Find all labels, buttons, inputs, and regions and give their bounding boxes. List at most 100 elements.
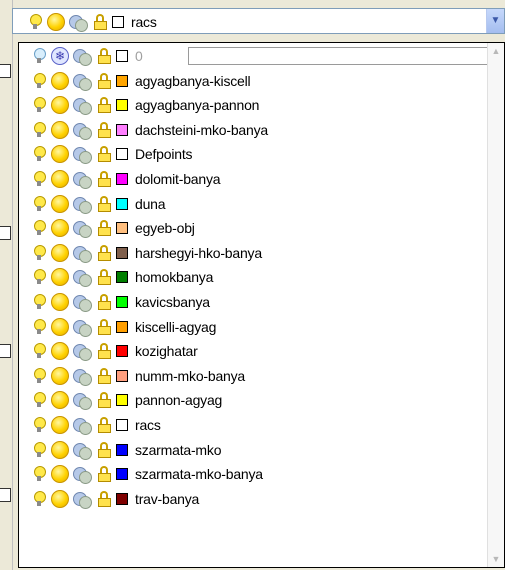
- lightbulb-on-icon[interactable]: [33, 466, 46, 482]
- viewport-freeze-icon[interactable]: [73, 342, 92, 362]
- scroll-up-icon[interactable]: ▲: [488, 43, 504, 59]
- unlock-icon[interactable]: [93, 14, 109, 30]
- thaw-sun-icon[interactable]: [51, 145, 69, 164]
- thaw-sun-icon[interactable]: [51, 170, 69, 188]
- viewport-freeze-icon[interactable]: [73, 293, 92, 312]
- thaw-sun-icon[interactable]: [51, 96, 69, 115]
- lightbulb-on-icon[interactable]: [33, 441, 46, 458]
- thaw-sun-icon[interactable]: [51, 71, 69, 90]
- viewport-freeze-icon[interactable]: [73, 441, 92, 460]
- layer-row[interactable]: kozighatar: [33, 340, 198, 362]
- layer-row[interactable]: dachsteini-mko-banya: [33, 119, 268, 141]
- lightbulb-on-icon[interactable]: [33, 195, 46, 212]
- lightbulb-off-icon[interactable]: [33, 48, 46, 64]
- viewport-freeze-icon[interactable]: [73, 121, 92, 140]
- thaw-sun-icon[interactable]: [51, 219, 69, 238]
- unlock-icon[interactable]: [97, 490, 113, 507]
- unlock-icon[interactable]: [97, 244, 113, 261]
- viewport-freeze-icon[interactable]: [73, 244, 92, 263]
- freeze-snowflake-icon[interactable]: ❄: [51, 47, 69, 65]
- thaw-sun-icon[interactable]: [51, 293, 69, 311]
- lightbulb-on-icon[interactable]: [33, 392, 46, 408]
- layer-row[interactable]: harshegyi-hko-banya: [33, 242, 262, 264]
- layer-row[interactable]: pannon-agyag: [33, 389, 222, 411]
- lightbulb-on-icon[interactable]: [33, 367, 46, 384]
- layer-row[interactable]: agyagbanya-kiscell: [33, 70, 251, 92]
- unlock-icon[interactable]: [97, 441, 113, 458]
- lightbulb-on-icon[interactable]: [29, 14, 42, 30]
- viewport-freeze-icon[interactable]: [73, 72, 92, 91]
- viewport-freeze-icon[interactable]: [73, 47, 92, 66]
- unlock-icon[interactable]: [97, 146, 113, 163]
- lightbulb-on-icon[interactable]: [33, 417, 46, 433]
- lightbulb-on-icon[interactable]: [33, 171, 46, 187]
- thaw-sun-icon[interactable]: [51, 366, 69, 385]
- unlock-icon[interactable]: [97, 195, 113, 212]
- lightbulb-on-icon[interactable]: [33, 244, 46, 261]
- viewport-freeze-icon[interactable]: [73, 490, 92, 509]
- thaw-sun-icon[interactable]: [51, 194, 69, 213]
- unlock-icon[interactable]: [97, 97, 113, 114]
- layer-row[interactable]: racs: [33, 414, 161, 436]
- scrollbar[interactable]: ▲ ▼: [487, 43, 504, 567]
- layer-row[interactable]: szarmata-mko: [33, 439, 221, 461]
- thaw-sun-icon[interactable]: [51, 391, 69, 410]
- lightbulb-on-icon[interactable]: [33, 72, 46, 89]
- unlock-icon[interactable]: [97, 294, 113, 310]
- viewport-freeze-icon[interactable]: [73, 465, 92, 485]
- layer-row[interactable]: duna: [33, 193, 166, 215]
- thaw-sun-icon[interactable]: [51, 440, 69, 459]
- layer-dropdown-list[interactable]: ❄ 0 agyagbanya-kiscell agyagbanya-pannon dac…: [18, 42, 505, 568]
- viewport-freeze-icon[interactable]: [69, 13, 88, 32]
- layer-combo-box[interactable]: racs ▼: [12, 8, 505, 34]
- layer-name-edit-box[interactable]: [188, 47, 493, 65]
- lightbulb-on-icon[interactable]: [33, 318, 46, 335]
- lightbulb-on-icon[interactable]: [33, 294, 46, 310]
- unlock-icon[interactable]: [97, 72, 113, 89]
- layer-row[interactable]: dolomit-banya: [33, 168, 221, 190]
- thaw-sun-icon[interactable]: [51, 465, 69, 484]
- layer-row[interactable]: szarmata-mko-banya: [33, 463, 263, 485]
- chevron-down-icon[interactable]: ▼: [486, 9, 504, 33]
- viewport-freeze-icon[interactable]: [73, 195, 92, 214]
- viewport-freeze-icon[interactable]: [73, 145, 92, 165]
- layer-row[interactable]: Defpoints: [33, 143, 193, 165]
- thaw-sun-icon[interactable]: [51, 120, 69, 139]
- unlock-icon[interactable]: [97, 269, 113, 286]
- thaw-sun-icon[interactable]: [51, 268, 69, 287]
- layer-row[interactable]: ❄ 0: [33, 45, 493, 67]
- lightbulb-on-icon[interactable]: [33, 269, 46, 285]
- unlock-icon[interactable]: [97, 392, 113, 409]
- viewport-freeze-icon[interactable]: [73, 391, 92, 411]
- viewport-freeze-icon[interactable]: [73, 416, 92, 435]
- viewport-freeze-icon[interactable]: [73, 170, 92, 189]
- layer-row[interactable]: numm-mko-banya: [33, 365, 245, 387]
- unlock-icon[interactable]: [97, 417, 113, 433]
- thaw-sun-icon[interactable]: [51, 243, 69, 262]
- thaw-sun-icon[interactable]: [51, 489, 69, 508]
- lightbulb-on-icon[interactable]: [33, 121, 46, 138]
- thaw-sun-icon[interactable]: [51, 342, 69, 361]
- viewport-freeze-icon[interactable]: [73, 96, 92, 116]
- layer-row[interactable]: kiscelli-agyag: [33, 316, 216, 338]
- viewport-freeze-icon[interactable]: [73, 367, 92, 386]
- lightbulb-on-icon[interactable]: [33, 97, 46, 113]
- layer-row[interactable]: agyagbanya-pannon: [33, 94, 259, 116]
- unlock-icon[interactable]: [97, 121, 113, 138]
- unlock-icon[interactable]: [97, 466, 113, 483]
- thaw-sun-icon[interactable]: [51, 416, 69, 434]
- unlock-icon[interactable]: [97, 367, 113, 384]
- unlock-icon[interactable]: [97, 171, 113, 187]
- lightbulb-on-icon[interactable]: [33, 490, 46, 507]
- lightbulb-on-icon[interactable]: [33, 220, 46, 236]
- thaw-sun-icon[interactable]: [47, 13, 65, 31]
- lightbulb-on-icon[interactable]: [33, 146, 46, 162]
- unlock-icon[interactable]: [97, 48, 113, 64]
- thaw-sun-icon[interactable]: [51, 317, 69, 336]
- layer-row[interactable]: homokbanya: [33, 266, 213, 288]
- unlock-icon[interactable]: [97, 318, 113, 335]
- scroll-down-icon[interactable]: ▼: [488, 551, 504, 567]
- viewport-freeze-icon[interactable]: [73, 318, 92, 337]
- layer-row[interactable]: trav-banya: [33, 488, 199, 510]
- layer-row[interactable]: egyeb-obj: [33, 217, 195, 239]
